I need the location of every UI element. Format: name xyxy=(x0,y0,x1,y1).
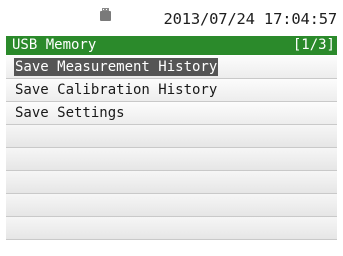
device-screen: 2013/07/24 17:04:57 USB Memory [1/3] Sav… xyxy=(0,0,343,256)
empty-menu-row xyxy=(6,171,337,194)
empty-menu-row xyxy=(6,148,337,171)
menu-item-label: Save Calibration History xyxy=(15,82,218,98)
status-bar: 2013/07/24 17:04:57 xyxy=(0,0,343,36)
usb-storage-icon xyxy=(100,8,111,21)
page-indicator: [1/3] xyxy=(292,37,335,53)
datetime: 2013/07/24 17:04:57 xyxy=(163,10,337,28)
title-bar: USB Memory [1/3] xyxy=(6,36,337,55)
empty-menu-row xyxy=(6,194,337,217)
screen-title: USB Memory xyxy=(12,37,97,53)
menu-item-label: Save Settings xyxy=(15,105,125,121)
menu-item-save-calibration-history[interactable]: Save Calibration History xyxy=(6,79,337,102)
menu-item-save-settings[interactable]: Save Settings xyxy=(6,102,337,125)
empty-menu-row xyxy=(6,125,337,148)
menu-list: Save Measurement History Save Calibratio… xyxy=(6,56,337,240)
empty-menu-row xyxy=(6,217,337,240)
menu-item-save-measurement-history[interactable]: Save Measurement History xyxy=(6,56,337,79)
menu-item-label: Save Measurement History xyxy=(14,58,219,76)
